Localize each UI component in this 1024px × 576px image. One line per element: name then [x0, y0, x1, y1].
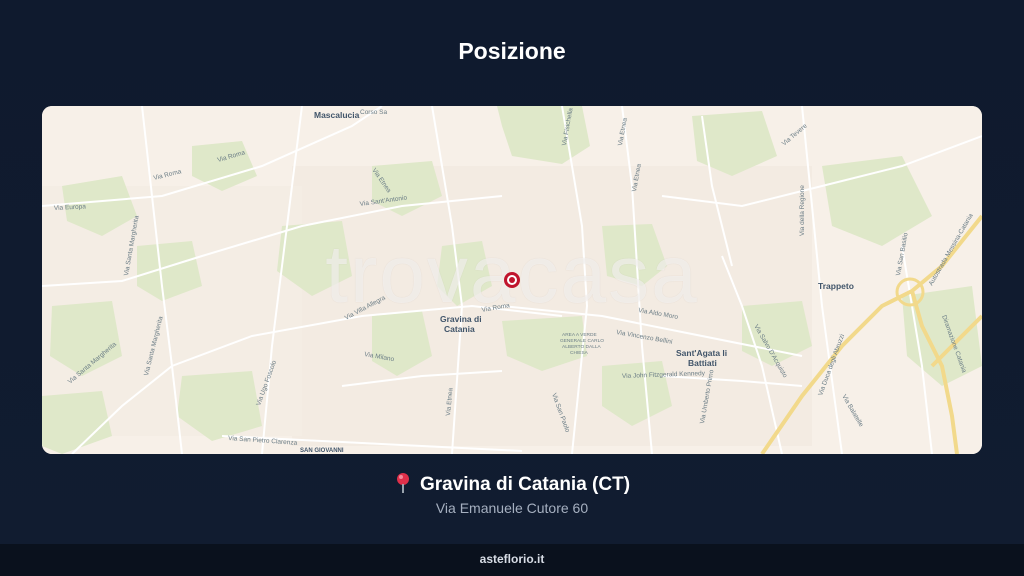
town-label-gravina: Catania	[444, 324, 475, 334]
footer-site: asteflorio.it	[0, 544, 1024, 576]
svg-text:GENERALE CARLO: GENERALE CARLO	[560, 338, 604, 344]
map-pin-icon	[394, 472, 412, 494]
location-title: Gravina di Catania (CT)	[0, 472, 1024, 496]
town-label-san-giovanni: SAN GIOVANNI	[300, 448, 344, 454]
svg-text:AREA A VERDE: AREA A VERDE	[562, 332, 597, 338]
marker-icon	[504, 272, 520, 288]
svg-text:ALBERTO DALLA: ALBERTO DALLA	[562, 344, 602, 350]
road-label: Corso Sa	[360, 109, 387, 116]
town-label-sant-agata: Sant'Agata li	[676, 348, 727, 358]
location-address: Via Emanuele Cutore 60	[435, 500, 589, 516]
town-label-mascalucia: Mascalucia	[314, 110, 360, 120]
road-label: Via della Regione	[799, 185, 806, 236]
page-title: Posizione	[458, 38, 566, 64]
location-place: Gravina di Catania (CT)	[419, 474, 631, 495]
town-label-sant-agata: Battiati	[688, 358, 717, 368]
location-marker[interactable]	[502, 270, 522, 290]
map-view[interactable]: Via Roma Via Roma Via Roma Via Europa Vi…	[42, 106, 982, 454]
svg-text:CHIESA: CHIESA	[570, 350, 589, 356]
